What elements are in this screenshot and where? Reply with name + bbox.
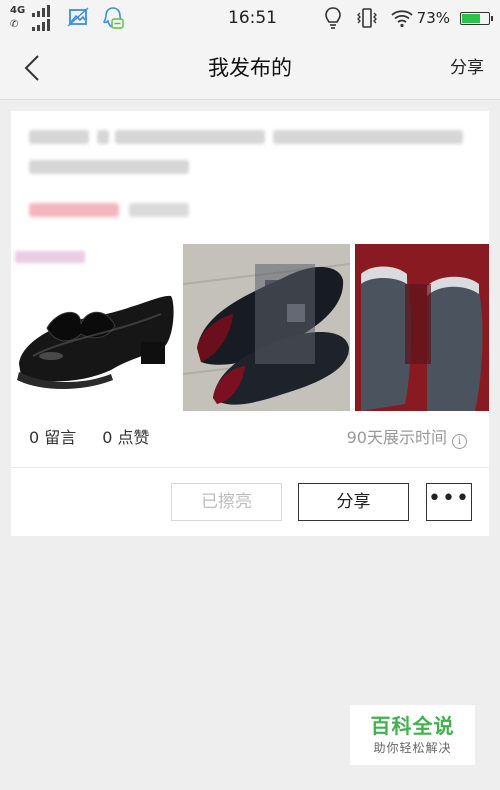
shoe-soles-image [355,244,489,411]
qq-notification-icon [102,7,124,29]
engagement-stats: 0 留言 0 点赞 [29,427,176,449]
title-bar: 我发布的 分享 [0,36,500,100]
watermark-badge: 百科全说 助你轻松解决 [350,705,475,765]
photo-gallery[interactable] [11,244,489,411]
display-time-label: 90天展示时间 [346,428,447,447]
watermark-title: 百科全说 [370,714,455,738]
more-options-button[interactable]: ••• [426,483,472,521]
product-photo[interactable] [11,244,178,411]
black-loafer-image [17,295,174,389]
vibrate-icon [357,8,377,28]
photo-caption-blurred [15,251,85,263]
battery-percent: 73% [416,9,450,27]
product-photo[interactable] [183,244,350,411]
status-bar: 4G ✆ 16:51 73% [0,0,500,36]
comment-count: 0 留言 [29,428,77,447]
battery-indicator: 73% [410,6,493,30]
burgundy-loafers-image [183,244,350,411]
price-blurred [29,203,199,219]
battery-fill [462,14,481,23]
lightbulb-icon [325,7,341,29]
polished-button[interactable]: 已擦亮 [171,483,282,521]
signal-bars-icon [28,5,50,17]
signal-bars-icon [28,19,50,31]
call-icon: ✆ [10,19,19,30]
clock: 16:51 [228,8,277,28]
share-button[interactable]: 分享 [298,483,409,521]
listing-title-blurred [29,124,469,184]
watermark-subtitle: 助你轻松解决 [373,741,452,755]
info-icon[interactable]: i [452,434,467,449]
network-type-label: 4G [10,5,26,16]
page-title: 我发布的 [208,56,292,80]
share-header-button[interactable]: 分享 [450,56,484,80]
display-time-info[interactable]: 90天展示时间 i [347,427,467,449]
image-notification-icon [67,7,89,27]
listing-card[interactable]: 0 留言 0 点赞 90天展示时间 i 已擦亮 分享 ••• [11,111,489,536]
battery-icon [460,12,493,25]
divider [11,467,489,468]
product-photo[interactable] [355,244,489,411]
like-count: 0 点赞 [102,428,150,447]
signal-indicator: 4G ✆ [10,5,54,33]
